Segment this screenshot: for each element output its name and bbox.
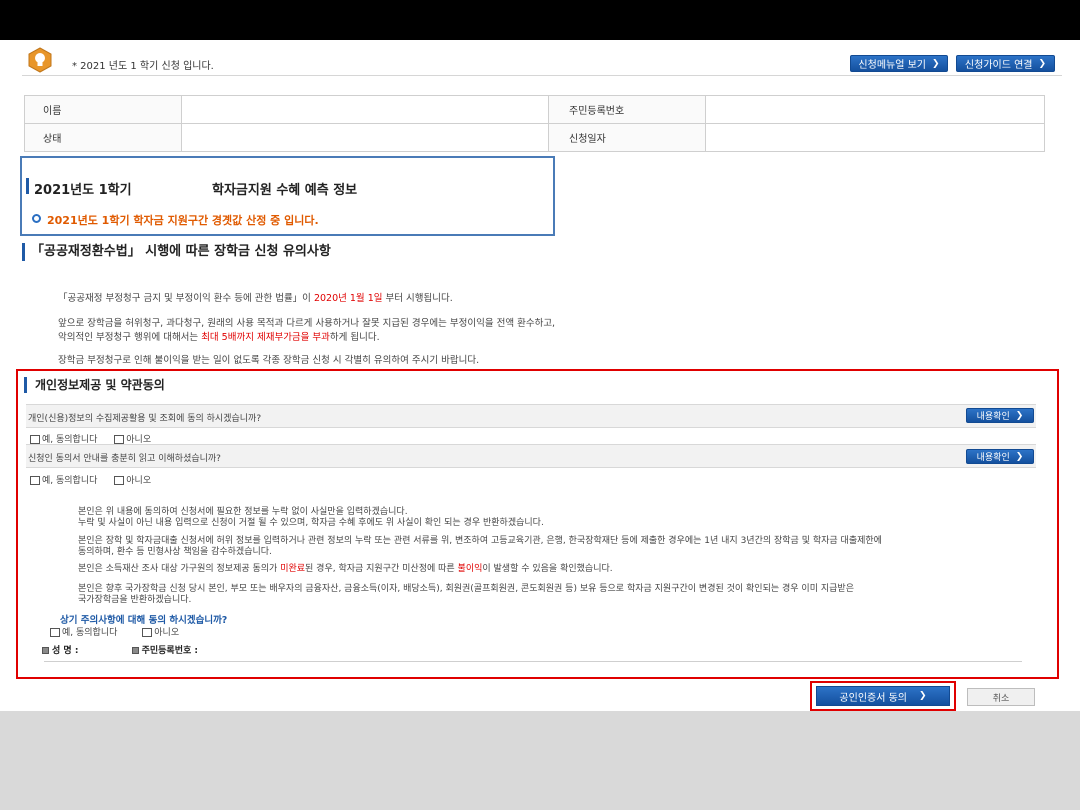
- divider: [44, 661, 1022, 662]
- term-notice-header: * 2021 년도 1 학기 신청 입니다. 신청메뉴얼 보기 ❯ 신청가이드 연…: [22, 46, 1062, 76]
- incomplete-highlight: 미완료: [280, 564, 306, 574]
- table-row: 이름 주민등록번호: [24, 95, 1045, 124]
- chevron-right-icon: ❯: [932, 58, 940, 69]
- section-marker: [26, 178, 29, 194]
- law-text: 악의적인 부정청구 행위에 대해서는: [58, 332, 202, 343]
- option-label: 아니오: [126, 476, 152, 486]
- consent-question-2: 신청인 동의서 안내를 충분히 읽고 이해하셨습니까? 내용확인 ❯: [26, 444, 1036, 468]
- final-consent-options: 예, 동의합니다 아니오: [50, 625, 193, 638]
- status-value: [181, 123, 549, 152]
- prediction-title: 학자금지원 수혜 예측 정보: [212, 183, 358, 198]
- detail-confirm-label: 내용확인: [976, 453, 1010, 463]
- checkbox[interactable]: [114, 435, 125, 444]
- pledge-block-3: 본인은 소득재산 조사 대상 가구원의 정보제공 동의가 미완료된 경우, 학자…: [78, 564, 613, 575]
- rrn-value: [705, 95, 1045, 124]
- law-text: 앞으로 장학금을 허위청구, 과다청구, 원래의 사용 목적과 다르게 사용하거…: [58, 318, 556, 329]
- law-text: 하게 됩니다.: [329, 332, 380, 343]
- term-notice-text: * 2021 년도 1 학기 신청 입니다.: [72, 61, 214, 72]
- consent-question-1-text: 개인(신용)정보의 수집제공활용 및 조회에 동의 하시겠습니까?: [28, 414, 262, 424]
- law-notice-title: 「공공재정환수법」 시행에 따른 장학금 신청 유의사항: [22, 243, 331, 261]
- final-consent-yes-option[interactable]: 예, 동의합니다: [50, 628, 117, 638]
- ring-bullet-icon: [32, 214, 41, 223]
- guide-link-label: 신청가이드 연결: [964, 60, 1033, 71]
- top-black-bar: [0, 0, 1080, 40]
- pledge-text: 본인은 소득재산 조사 대상 가구원의 정보제공 동의가: [78, 564, 281, 574]
- checkbox[interactable]: [114, 476, 125, 485]
- pledge-text: 동의하며, 환수 등 민형사상 책임을 감수하겠습니다.: [78, 547, 272, 557]
- bottom-gray-area: [0, 711, 1080, 810]
- cert-agree-label: 공인인증서 동의: [839, 692, 908, 704]
- final-consent-no-option[interactable]: 아니오: [142, 628, 179, 638]
- checkbox[interactable]: [142, 628, 153, 637]
- pledge-text: 된 경우, 학자금 지원구간 미산정에 따른: [305, 564, 458, 574]
- law-date-highlight: 2020년 1월 1일: [313, 293, 383, 304]
- option-label: 예, 동의합니다: [62, 628, 118, 638]
- detail-confirm-label: 내용확인: [976, 412, 1010, 422]
- consent-no-option-2[interactable]: 아니오: [114, 476, 151, 486]
- date-value: [705, 123, 1045, 152]
- detail-confirm-button-2[interactable]: 내용확인 ❯: [966, 449, 1034, 464]
- checkbox[interactable]: [30, 435, 40, 444]
- manual-view-button[interactable]: 신청메뉴얼 보기 ❯: [850, 55, 948, 72]
- pledge-block-1: 본인은 위 내용에 동의하여 신청서에 필요한 정보를 누락 없이 사실만을 입…: [78, 507, 544, 529]
- agreement-title: 개인정보제공 및 약관동의: [24, 377, 165, 393]
- chevron-right-icon: ❯: [1015, 451, 1024, 462]
- consent-options-2: 예, 동의합니다 아니오: [30, 473, 165, 486]
- law-notice-paragraph-2: 앞으로 장학금을 허위청구, 과다청구, 원래의 사용 목적과 다르게 사용하거…: [58, 317, 555, 345]
- name-label: 이름: [24, 95, 182, 124]
- option-label: 예, 동의합니다: [42, 476, 98, 486]
- law-text: 「공공재정 부정청구 금지 및 부정이익 환수 등에 관한 법률」이: [58, 293, 314, 304]
- option-label: 아니오: [154, 628, 180, 638]
- guide-link-button[interactable]: 신청가이드 연결 ❯: [956, 55, 1055, 72]
- square-bullet-icon: [42, 647, 49, 654]
- law-notice-paragraph-3: 장학금 부정청구로 인해 불이익을 받는 일이 없도록 각종 장학금 신청 시 …: [58, 355, 480, 366]
- consent-question-2-text: 신청인 동의서 안내를 충분히 읽고 이해하셨습니까?: [28, 454, 221, 464]
- pledge-text: 누락 및 사실이 아닌 내용 입력으로 신청이 거절 될 수 있으며, 학자금 …: [78, 518, 544, 528]
- manual-view-label: 신청메뉴얼 보기: [858, 60, 927, 71]
- date-label: 신청일자: [548, 123, 706, 152]
- signature-line: 성 명 : 주민등록번호 :: [42, 643, 198, 656]
- pledge-text: 본인은 장학 및 학자금대출 신청서에 허위 정보를 입력하거나 관련 정보의 …: [78, 536, 882, 546]
- chevron-right-icon: ❯: [1038, 58, 1047, 69]
- privacy-agreement-box: 개인정보제공 및 약관동의 개인(신용)정보의 수집제공활용 및 조회에 동의 …: [16, 369, 1059, 679]
- cancel-button[interactable]: 취소: [967, 688, 1035, 706]
- checkbox[interactable]: [50, 628, 60, 637]
- final-consent-question: 상기 주의사항에 대해 동의 하시겠습니까?: [60, 615, 228, 626]
- law-text-line: 악의적인 부정청구 행위에 대해서는 최대 5배까지 제재부가금을 부과하게 됩…: [58, 331, 555, 345]
- pledge-block-4: 본인은 향후 국가장학금 신청 당시 본인, 부모 또는 배우자의 금융자산, …: [78, 584, 854, 606]
- signature-name-label: 성 명 :: [52, 646, 79, 656]
- pledge-text: 본인은 위 내용에 동의하여 신청서에 필요한 정보를 누락 없이 사실만을 입…: [78, 507, 408, 517]
- applicant-info-table: 이름 주민등록번호 상태 신청일자: [24, 95, 1045, 152]
- law-notice-paragraph-1: 「공공재정 부정청구 금지 및 부정이익 환수 등에 관한 법률」이 2020년…: [58, 292, 453, 306]
- status-label: 상태: [24, 123, 182, 152]
- chevron-right-icon: ❯: [1015, 410, 1024, 421]
- name-value: [181, 95, 549, 124]
- pledge-text: 이 발생할 수 있음을 확인했습니다.: [482, 564, 613, 574]
- consent-question-1: 개인(신용)정보의 수집제공활용 및 조회에 동의 하시겠습니까? 내용확인 ❯: [26, 404, 1036, 428]
- prediction-message: 2021년도 1학기 학자금 지원구간 경곗값 산정 중 입니다.: [47, 214, 319, 227]
- name-field: 성 명 :: [42, 646, 78, 656]
- penalty-highlight: 최대 5배까지 제재부가금을 부과: [201, 332, 330, 343]
- checkbox[interactable]: [30, 476, 40, 485]
- detail-confirm-button-1[interactable]: 내용확인 ❯: [966, 408, 1034, 423]
- pledge-block-2: 본인은 장학 및 학자금대출 신청서에 허위 정보를 입력하거나 관련 정보의 …: [78, 536, 882, 558]
- pledge-text: 국가장학금을 반환하겠습니다.: [78, 595, 192, 605]
- chevron-right-icon: ❯: [919, 691, 927, 701]
- law-text: 부터 시행됩니다.: [382, 293, 453, 304]
- rrn-field: 주민등록번호 :: [131, 646, 198, 656]
- signature-rrn-label: 주민등록번호 :: [141, 646, 198, 656]
- prediction-term: 2021년도 1학기: [34, 183, 132, 198]
- pledge-text: 본인은 향후 국가장학금 신청 당시 본인, 부모 또는 배우자의 금융자산, …: [78, 584, 854, 594]
- lightbulb-icon: [28, 47, 52, 73]
- table-row: 상태 신청일자: [24, 123, 1045, 152]
- rrn-label: 주민등록번호: [548, 95, 706, 124]
- consent-yes-option-2[interactable]: 예, 동의합니다: [30, 476, 97, 486]
- disadvantage-highlight: 불이익: [457, 564, 483, 574]
- aid-prediction-box: 2021년도 1학기 학자금지원 수혜 예측 정보 2021년도 1학기 학자금…: [20, 156, 555, 236]
- cert-agree-button[interactable]: 공인인증서 동의 ❯: [816, 686, 950, 706]
- square-bullet-icon: [131, 647, 139, 654]
